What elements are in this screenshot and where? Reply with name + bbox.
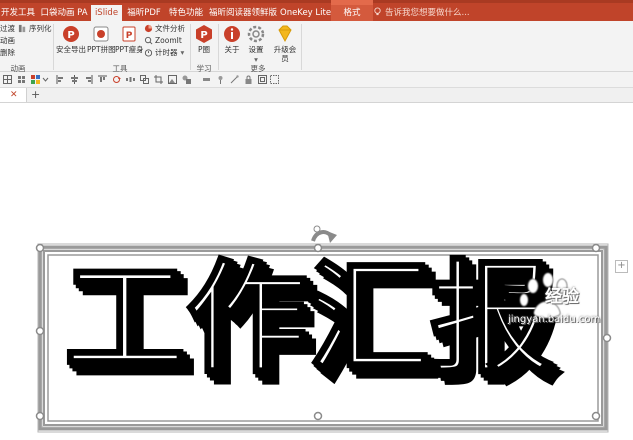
tell-me-search[interactable]: 告诉我您想要做什么... (373, 5, 470, 21)
sequence-button[interactable]: 序列化 (18, 23, 52, 34)
about-button[interactable]: 关于 (221, 24, 243, 54)
safe-export-button[interactable]: P 安全导出 (56, 24, 86, 54)
rotate-handle[interactable] (311, 225, 337, 243)
image-icon[interactable] (168, 75, 177, 84)
upgrade-member-button[interactable]: 升级会员 (272, 24, 298, 63)
frame-icon[interactable] (258, 75, 267, 84)
title-strip (0, 0, 633, 3)
chevron-down-icon: ▾ (180, 48, 185, 57)
tab-foxit-pdf[interactable]: 福昕PDF (124, 5, 164, 21)
transition-button[interactable]: 过渡 (0, 23, 15, 34)
ppt-puzzle-icon (93, 26, 109, 42)
chevron-down-icon[interactable] (41, 75, 50, 84)
svg-text:P: P (200, 30, 207, 41)
file-analysis-button[interactable]: 文件分析 (144, 23, 185, 34)
info-icon (224, 26, 240, 42)
watermark-brand: 经验 (545, 287, 579, 307)
timer-button[interactable]: 计时器 ▾ (144, 47, 184, 58)
zoomit-button[interactable]: ZoomIt (144, 35, 182, 46)
group-separator (190, 24, 191, 70)
p-circle-icon: P (196, 25, 212, 43)
watermark-url: jingyan.baidu.com (508, 314, 601, 325)
settings-button[interactable]: 设置 ▾ (244, 24, 268, 64)
ppt-slim-icon: P (122, 26, 136, 42)
rotate-icon[interactable] (112, 75, 121, 84)
group-separator (301, 24, 302, 70)
pie-chart-icon (144, 24, 153, 33)
group-separator (218, 24, 219, 70)
ribbon-panel: 过渡 序列化 动画 删除 动画 P 安全导出 PPT拼图 P PPT瘦身 文件分… (0, 21, 633, 73)
tab-pocket-animation[interactable]: 口袋动画 PA (38, 5, 90, 21)
align-right-icon[interactable] (84, 75, 93, 84)
sequence-icon (18, 24, 26, 33)
table-icon[interactable] (3, 75, 12, 84)
svg-text:P: P (67, 30, 74, 41)
ppt-slim-button[interactable]: P PPT瘦身 (115, 24, 144, 54)
group-separator (53, 24, 54, 70)
tell-me-text: 告诉我您想要做什么... (385, 8, 470, 18)
quick-access-toolbar (0, 72, 633, 88)
align-center-icon[interactable] (70, 75, 79, 84)
zoom-icon (144, 36, 153, 45)
tab-special-features[interactable]: 特色功能 (166, 5, 206, 21)
grid-icon[interactable] (17, 75, 26, 84)
color-palette-icon[interactable] (31, 75, 40, 84)
select-icon[interactable] (270, 75, 279, 84)
tool-icon[interactable] (202, 75, 211, 84)
distribute-icon[interactable] (126, 75, 135, 84)
svg-text:P: P (126, 31, 133, 41)
gear-icon (247, 25, 265, 43)
tab-islide[interactable]: iSlide (91, 5, 122, 21)
crop-icon[interactable] (154, 75, 163, 84)
align-top-icon[interactable] (98, 75, 107, 84)
tab-foxit-reader[interactable]: 福昕阅读器领鲜版 (208, 5, 278, 21)
safe-export-icon: P (63, 26, 79, 42)
timer-icon (144, 49, 153, 57)
align-left-icon[interactable] (56, 75, 65, 84)
document-tab-bar: ✕ + (0, 88, 633, 103)
lightbulb-icon (374, 7, 381, 16)
ppt-puzzle-button[interactable]: PPT拼图 (87, 24, 116, 54)
add-tab-button[interactable]: + (31, 88, 40, 101)
tab-developer[interactable]: 开发工具 (0, 5, 36, 21)
p-circle-button[interactable]: P P圈 (193, 24, 215, 54)
animation-button[interactable]: 动画 (0, 35, 15, 46)
close-icon[interactable]: ✕ (10, 89, 18, 101)
tab-format[interactable]: 格式 (331, 5, 373, 21)
pin-icon[interactable] (216, 75, 225, 84)
delete-animation-button[interactable]: 删除 (0, 47, 15, 58)
document-tab[interactable]: ✕ (0, 88, 27, 102)
lock-icon[interactable] (244, 75, 253, 84)
magic-icon[interactable] (230, 75, 239, 84)
diamond-icon (278, 25, 292, 43)
tab-onekey-lite[interactable]: OneKey Lite (280, 5, 331, 21)
shapes-icon[interactable] (182, 75, 191, 84)
group-icon[interactable] (140, 75, 149, 84)
ribbon-tab-bar: 开发工具 口袋动画 PA iSlide 福昕PDF 特色功能 福昕阅读器领鲜版 … (0, 0, 633, 21)
